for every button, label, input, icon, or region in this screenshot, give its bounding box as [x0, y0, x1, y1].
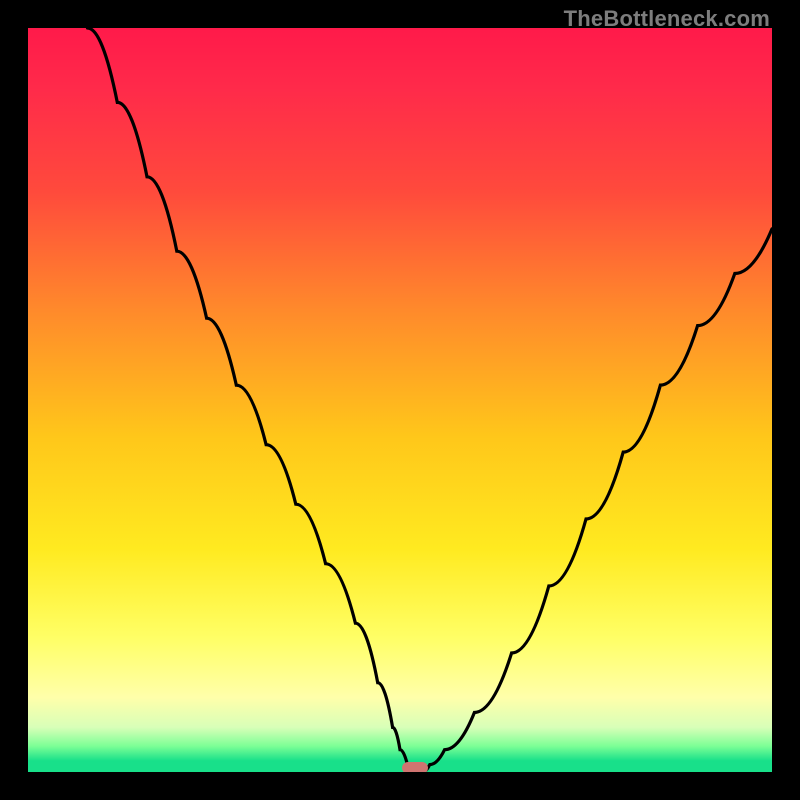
optimal-point-marker [402, 762, 428, 772]
plot-area [28, 28, 772, 772]
chart-frame: TheBottleneck.com [0, 0, 800, 800]
bottleneck-curve [28, 28, 772, 772]
